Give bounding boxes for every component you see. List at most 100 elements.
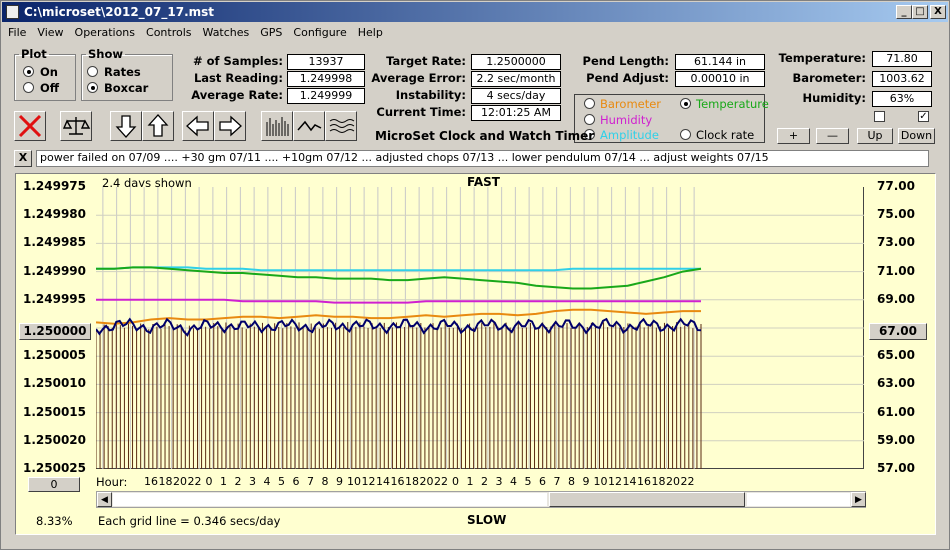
y-left-tick-label: 1.250005 xyxy=(22,348,86,363)
humidity-radio[interactable] xyxy=(584,114,595,125)
x-tick-label: 22 xyxy=(434,475,448,488)
current-time-label: Current Time: xyxy=(376,105,466,119)
x-tick-label: 7 xyxy=(553,475,561,488)
x-tick-label: 16 xyxy=(144,475,158,488)
menu-operations[interactable]: Operations xyxy=(69,23,140,39)
minimize-button[interactable]: _ xyxy=(896,5,912,19)
plot-group-title: Plot xyxy=(21,47,47,61)
down-button[interactable]: Down xyxy=(898,128,935,144)
menu-bar: File View Operations Controls Watches GPS Conf… xyxy=(2,23,948,42)
plot-on-label: On xyxy=(40,65,58,79)
horizontal-scrollbar[interactable]: ◀ ▶ xyxy=(96,491,866,508)
y-left-tick-label: 1.250020 xyxy=(22,432,86,447)
bar-view-button[interactable] xyxy=(261,111,293,141)
x-tick-label: 6 xyxy=(292,475,300,488)
average-error-label: Average Error: xyxy=(371,71,466,85)
scale-icon xyxy=(62,117,91,135)
grid-note: Each grid line = 0.346 secs/day xyxy=(98,514,281,528)
target-rate-label: Target Rate: xyxy=(386,54,466,68)
x-tick-label: 8 xyxy=(568,475,575,488)
rate-offset-box[interactable]: 1.250000 xyxy=(19,323,91,340)
humidity-label: Humidity: xyxy=(802,91,866,105)
y-left-tick-label: 1.249975 xyxy=(22,179,86,193)
app-window: C:\microset\2012_07_17.mst _ □ X File Vie… xyxy=(0,0,950,550)
menu-configure[interactable]: Configure xyxy=(287,23,351,39)
app-name: MicroSet Clock and Watch Timer xyxy=(375,129,595,143)
arrow-left-icon xyxy=(186,115,209,137)
balance-button[interactable] xyxy=(60,111,92,141)
menu-gps[interactable]: GPS xyxy=(254,23,287,39)
close-button[interactable]: X xyxy=(930,5,946,19)
move-down-button[interactable] xyxy=(110,111,142,141)
samples-label: # of Samples: xyxy=(193,54,283,68)
menu-file[interactable]: File xyxy=(2,23,31,39)
line-view-button[interactable] xyxy=(293,111,325,141)
barometer-line xyxy=(95,308,701,325)
y-left-tick-label: 1.249985 xyxy=(22,235,86,250)
amplitude-radio-label: Amplitude xyxy=(600,128,659,142)
notes-field[interactable]: power failed on 07/09 .... +30 gm 07/11 … xyxy=(36,150,929,167)
menu-view[interactable]: View xyxy=(31,23,68,39)
notes-clear-button[interactable]: X xyxy=(14,150,32,167)
maximize-button[interactable]: □ xyxy=(912,5,928,19)
scroll-right-button[interactable] xyxy=(214,111,246,141)
title-bar[interactable]: C:\microset\2012_07_17.mst _ □ X xyxy=(2,2,948,22)
y-right-tick-label: 75.00 xyxy=(877,207,915,222)
sensor-offset-box[interactable]: 67.00 xyxy=(869,323,927,340)
minus-button[interactable]: — xyxy=(816,128,849,144)
temperature-label: Temperature: xyxy=(778,51,866,65)
menu-watches[interactable]: Watches xyxy=(197,23,255,39)
x-tick-label: 1 xyxy=(466,475,474,488)
x-tick-label: 10 xyxy=(593,475,608,488)
scroll-left-button[interactable] xyxy=(182,111,214,141)
arrow-down-icon xyxy=(115,115,137,138)
barometer-label: Barometer: xyxy=(792,71,866,85)
up-button[interactable]: Up xyxy=(857,128,893,144)
plot-checkbox[interactable]: ✓ xyxy=(918,111,929,122)
x-tick-label: 5 xyxy=(278,475,285,488)
scroll-left-arrow-icon[interactable]: ◀ xyxy=(97,492,112,507)
x-tick-label: 0 xyxy=(205,475,213,488)
temperature-radio-label: Temperature xyxy=(696,97,769,111)
menu-controls[interactable]: Controls xyxy=(140,23,197,39)
sensor-view-button[interactable] xyxy=(325,111,357,141)
plus-button[interactable]: + xyxy=(777,128,810,144)
humidity-value: 63% xyxy=(872,91,932,107)
temperature-radio[interactable] xyxy=(680,98,691,109)
y-left-tick-label: 1.249995 xyxy=(22,291,86,306)
barometer-radio[interactable] xyxy=(584,98,595,109)
clock-rate-radio[interactable] xyxy=(680,129,691,140)
y-right-tick-label: 71.00 xyxy=(877,263,915,278)
scrollbar-thumb[interactable] xyxy=(549,492,745,507)
show-rates-radio[interactable] xyxy=(87,66,98,77)
y-left-tick-label: 1.250025 xyxy=(22,461,86,475)
plot-area[interactable] xyxy=(95,187,864,469)
x-tick-label: 12 xyxy=(608,475,622,488)
x-tick-label: 6 xyxy=(539,475,546,488)
average-rate-value: 1.249999 xyxy=(287,88,365,104)
move-up-button[interactable] xyxy=(142,111,174,141)
slow-label: SLOW xyxy=(467,513,507,527)
x-tick-label: 7 xyxy=(307,475,314,488)
menu-help[interactable]: Help xyxy=(352,23,388,39)
x-tick-label: 2 xyxy=(481,475,488,488)
x-tick-label: 0 xyxy=(452,475,459,488)
plot-off-radio[interactable] xyxy=(23,82,34,93)
instability-value: 4 secs/day xyxy=(471,88,561,104)
x-tick-label: 3 xyxy=(495,475,503,488)
last-reading-label: Last Reading: xyxy=(193,71,283,85)
show-boxcar-radio[interactable] xyxy=(87,82,98,93)
barometer-radio-label: Barometer xyxy=(600,97,662,111)
scrollbar-track-right[interactable] xyxy=(747,493,850,506)
y-right-tick-label: 65.00 xyxy=(877,348,915,363)
scrollbar-track-left[interactable] xyxy=(113,493,547,506)
arrow-right-icon xyxy=(219,115,242,137)
y-right-tick-label: 77.00 xyxy=(877,179,915,193)
stop-button[interactable] xyxy=(14,111,46,141)
wave-lines-icon xyxy=(329,119,355,133)
scroll-right-arrow-icon[interactable]: ▶ xyxy=(851,492,866,507)
plot-on-radio[interactable] xyxy=(23,66,34,77)
zoom-box[interactable]: 0 xyxy=(28,477,80,492)
y-right-tick-label: 73.00 xyxy=(877,235,915,250)
humidity-checkbox[interactable] xyxy=(874,111,885,122)
